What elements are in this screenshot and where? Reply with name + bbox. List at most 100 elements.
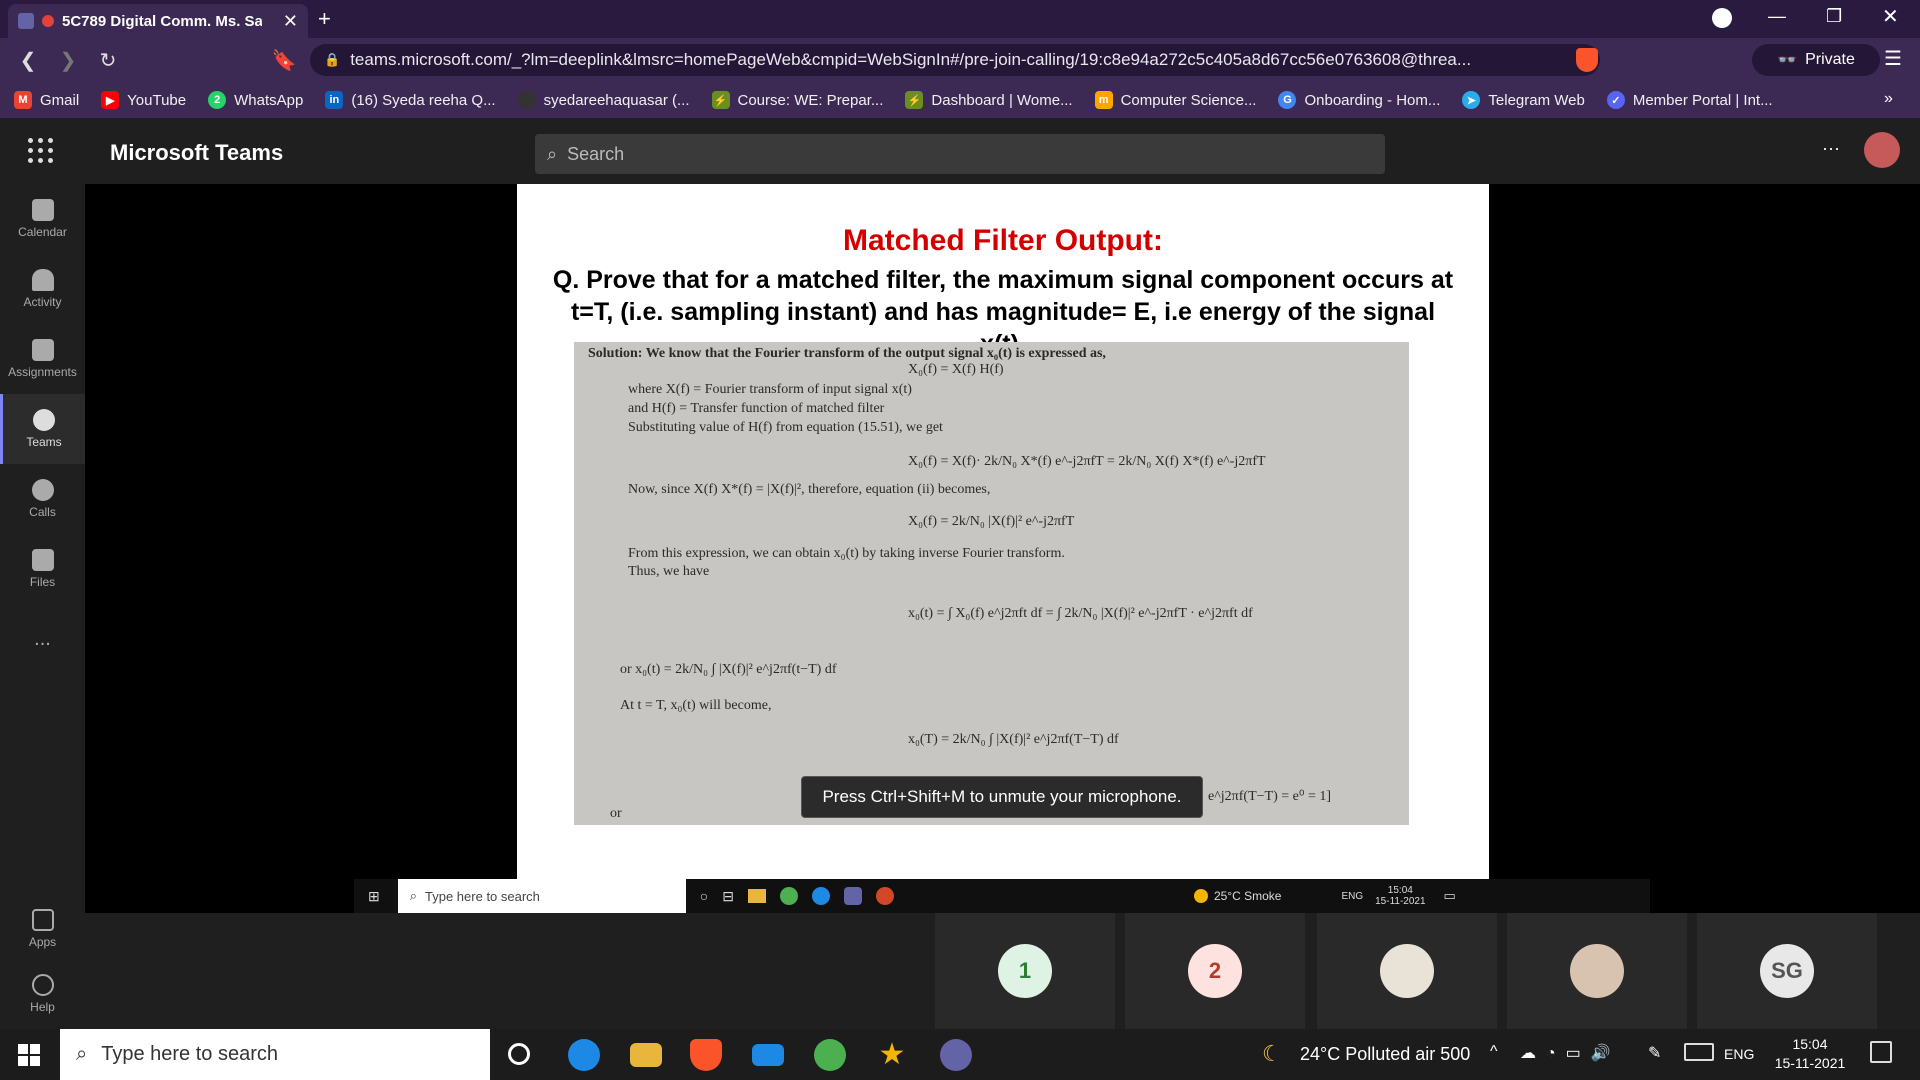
private-window-badge[interactable]: 👓 Private (1752, 44, 1880, 76)
participant-tile[interactable]: 1 (935, 913, 1115, 1029)
clock-date: 15-11-2021 (1774, 1055, 1846, 1071)
explorer-icon (747, 889, 766, 903)
telegram-icon: ➤ (1462, 91, 1481, 109)
bookmark-item[interactable]: ➤ Telegram Web (1462, 91, 1585, 109)
rail-item-apps[interactable]: Apps (0, 894, 85, 964)
close-tab-icon[interactable]: ✕ (283, 11, 298, 32)
search-input[interactable]: ⌕ Search (535, 134, 1385, 174)
photo-line: or (610, 806, 622, 821)
rail-item-calls[interactable]: Calls (0, 464, 85, 534)
notification-icon: ▭ (1443, 888, 1456, 903)
rail-item-activity[interactable]: Activity (0, 254, 85, 324)
new-tab-icon[interactable]: + (318, 6, 331, 32)
back-icon[interactable]: ❮ (14, 46, 42, 74)
google-icon: G (1278, 91, 1297, 109)
search-icon: ⌕ (409, 888, 418, 903)
system-clock[interactable]: 15:04 15-11-2021 (1770, 1035, 1850, 1073)
bookmark-item[interactable]: syedareehaquasar (... (517, 91, 690, 109)
edge-icon[interactable] (568, 1039, 600, 1071)
bookmark-item[interactable]: m Computer Science... (1094, 91, 1256, 109)
bookmark-item[interactable]: 2 WhatsApp (208, 91, 303, 109)
bookmark-item[interactable]: G Onboarding - Hom... (1278, 91, 1440, 109)
photo-line: or x₀(t) = 2k/N₀ ∫ |X(f)|² e^j2πf(t−T) d… (620, 662, 837, 677)
participant-photo-avatar (1380, 944, 1434, 998)
mail-icon[interactable] (752, 1044, 784, 1066)
bookmark-item[interactable]: ⚡ Course: WE: Prepar... (711, 91, 883, 109)
url-field[interactable]: 🔒 teams.microsoft.com/_?lm=deeplink&lmsr… (310, 44, 1600, 76)
whatsapp-icon: 2 (208, 91, 227, 109)
photo-line: and H(f) = Transfer function of matched … (628, 401, 885, 416)
participant-tile[interactable]: 2 (1125, 913, 1305, 1029)
teams-header: Microsoft Teams ⌕ Search ··· (0, 118, 1920, 184)
address-bar-row: ❮ ❯ ↻ 🔖 🔒 teams.microsoft.com/_?lm=deepl… (0, 38, 1920, 82)
weather-moon-icon[interactable]: ☾ (1262, 1041, 1282, 1067)
bookmark-item[interactable]: in (16) Syeda reeha Q... (325, 91, 496, 109)
star-app-icon[interactable]: ★ (876, 1039, 908, 1071)
reload-icon[interactable]: ↻ (94, 46, 122, 74)
rail-item-calendar[interactable]: Calendar (0, 184, 85, 254)
taskbar-search-box[interactable]: ⌕ Type here to search (60, 1029, 490, 1080)
bookmark-item[interactable]: M Gmail (14, 91, 79, 109)
youtube-icon: ▶ (101, 91, 120, 109)
bookmarks-bar: M Gmail ▶ YouTube 2 WhatsApp in (16) Syeda r… (0, 82, 1920, 118)
taskbar-search-placeholder: Type here to search (101, 1043, 278, 1065)
chrome-icon[interactable] (814, 1039, 846, 1071)
clock-time: 15:04 (1792, 1036, 1828, 1052)
more-bookmarks-icon[interactable]: » (1884, 90, 1893, 108)
minimize-icon[interactable]: — (1768, 6, 1786, 27)
os-taskbar: ⌕ Type here to search ★ ☾ 24°C Polluted … (0, 1029, 1920, 1080)
brave-shield-icon[interactable] (1576, 48, 1598, 72)
cs-icon: m (1094, 91, 1113, 109)
file-explorer-icon[interactable] (630, 1043, 662, 1067)
help-icon (31, 974, 54, 996)
brave-icon[interactable] (690, 1039, 722, 1071)
rail-item-help[interactable]: Help (0, 959, 85, 1029)
app-rail: Calendar Activity Assignments Teams Call… (0, 184, 85, 1029)
rail-item-assignments[interactable]: Assignments (0, 324, 85, 394)
participants-strip: 1 2 SG (85, 913, 1920, 1029)
photo-line: where X(f) = Fourier transform of input … (628, 382, 912, 397)
rail-item-teams[interactable]: Teams (0, 394, 85, 464)
restore-icon[interactable]: ❐ (1826, 6, 1842, 27)
bookmark-item[interactable]: ▶ YouTube (101, 91, 186, 109)
close-window-icon[interactable]: ✕ (1882, 4, 1899, 29)
weather-text[interactable]: 24°C Polluted air 500 (1300, 1044, 1470, 1065)
participant-avatar: 1 (998, 944, 1052, 998)
rail-item-files[interactable]: Files (0, 534, 85, 604)
browser-menu-icon[interactable]: ☰ (1884, 46, 1902, 71)
assignments-icon (31, 339, 54, 361)
browser-tab[interactable]: 5C789 Digital Comm. Ms. Sapn ✕ (8, 4, 308, 38)
teams-icon (843, 887, 862, 905)
tray-icons[interactable]: ☁◔▭🔊 (1520, 1043, 1621, 1063)
participant-tile[interactable]: SG (1697, 913, 1877, 1029)
tab-title: 5C789 Digital Comm. Ms. Sapn (62, 12, 262, 30)
bookmark-icon[interactable]: 🔖 (270, 46, 298, 74)
windows-start-icon[interactable] (18, 1044, 40, 1066)
participant-tile[interactable] (1507, 913, 1687, 1029)
file-icon (31, 549, 54, 571)
tray-chevron-icon[interactable]: ^ (1490, 1043, 1498, 1061)
teams-icon (33, 409, 55, 431)
cortana-icon: ○ (699, 888, 709, 904)
teams-icon[interactable] (940, 1039, 972, 1071)
participant-avatar: 2 (1188, 944, 1242, 998)
recording-dot-icon (42, 15, 54, 27)
bookmark-item[interactable]: ⚡ Dashboard | Wome... (905, 91, 1073, 109)
app-launcher-icon[interactable] (28, 138, 54, 164)
more-options-icon[interactable]: ··· (1822, 138, 1840, 159)
participant-tile[interactable] (1317, 913, 1497, 1029)
pen-icon[interactable]: ✎ (1648, 1043, 1661, 1063)
keyboard-icon[interactable] (1684, 1043, 1714, 1061)
avatar[interactable] (1864, 132, 1900, 168)
cortana-icon[interactable] (508, 1043, 530, 1065)
github-icon (517, 91, 536, 109)
notification-center-icon[interactable] (1870, 1041, 1892, 1063)
participant-avatar: SG (1760, 944, 1814, 998)
bookmark-item[interactable]: ✓ Member Portal | Int... (1606, 91, 1773, 109)
photo-line: e^j2πf(T−T) = e⁰ = 1] (1208, 789, 1332, 804)
language-indicator[interactable]: ENG (1724, 1046, 1754, 1062)
tab-search-icon[interactable] (1712, 8, 1732, 28)
rail-more-icon[interactable]: ... (0, 604, 85, 674)
forward-icon[interactable]: ❯ (54, 46, 82, 74)
search-icon: ⌕ (547, 143, 558, 164)
